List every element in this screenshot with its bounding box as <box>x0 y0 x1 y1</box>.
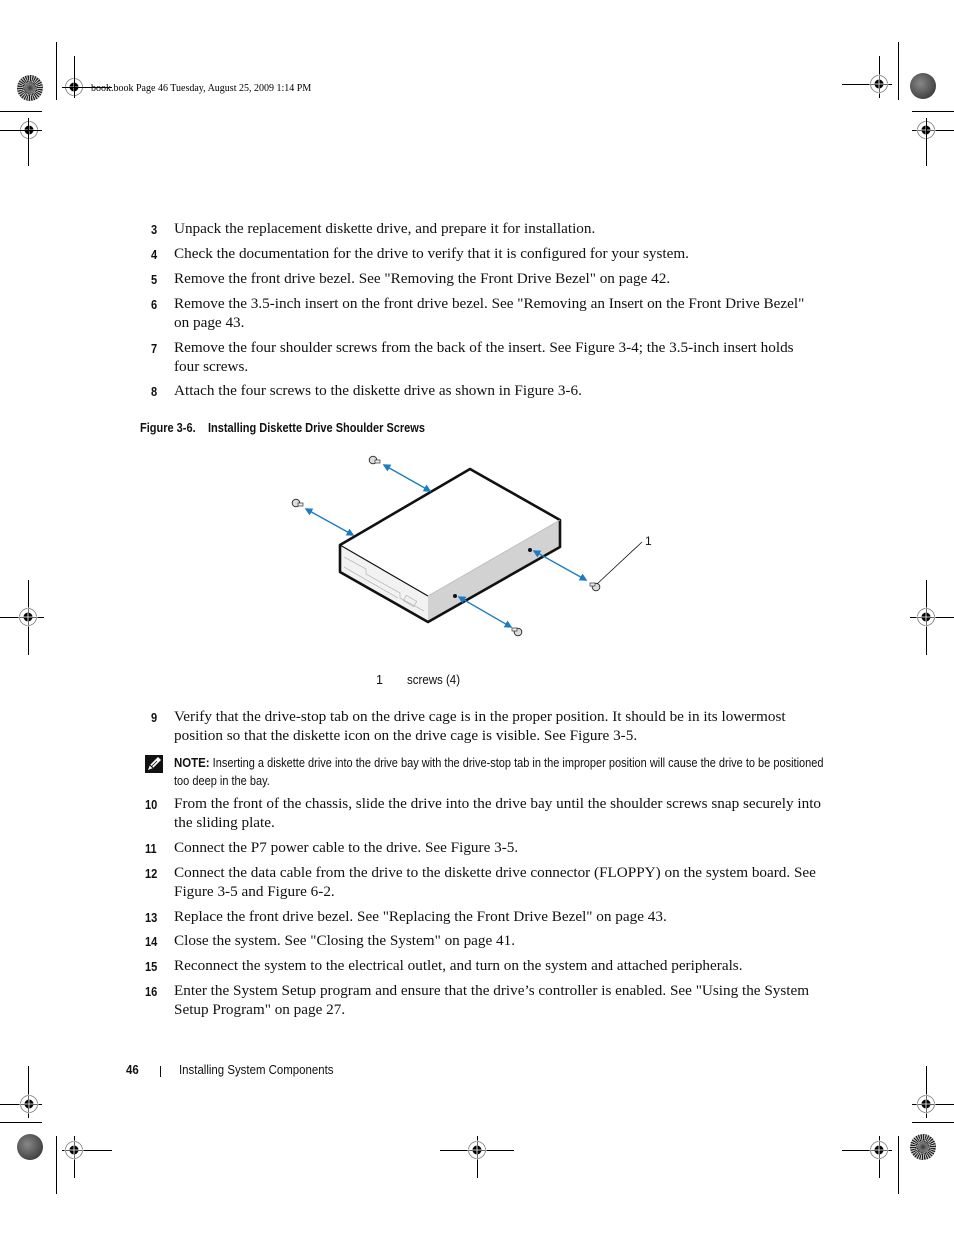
step-number: 4 <box>151 247 158 262</box>
step-item: 11 Connect the P7 power cable to the dri… <box>145 839 821 858</box>
crop-mark <box>912 111 954 112</box>
crop-mark <box>0 130 42 131</box>
step-text: Remove the four shoulder screws from the… <box>174 339 794 375</box>
note-block: NOTE: Inserting a diskette drive into th… <box>174 754 824 790</box>
figure-label: Figure 3-6. <box>140 421 196 435</box>
step-text: Attach the four screws to the diskette d… <box>174 382 582 399</box>
pencil-note-icon <box>145 755 163 773</box>
step-text: Remove the front drive bezel. See "Remov… <box>174 270 671 287</box>
step-number: 15 <box>145 959 158 974</box>
figure-caption: Figure 3-6. Installing Diskette Drive Sho… <box>140 421 425 435</box>
screw-icon <box>368 455 381 465</box>
callout-number: 1 <box>645 534 652 548</box>
crop-mark <box>898 1136 899 1194</box>
crop-mark <box>74 56 75 98</box>
registration-mark-icon <box>869 1140 889 1160</box>
note-text: Inserting a diskette drive into the driv… <box>174 756 824 788</box>
step-item: 14 Close the system. See "Closing the Sy… <box>145 932 821 951</box>
step-number: 16 <box>145 984 158 999</box>
color-bar-disc-icon <box>910 73 936 99</box>
registration-mark-icon <box>916 607 936 627</box>
print-slug: book.book Page 46 Tuesday, August 25, 20… <box>91 83 312 94</box>
step-text: Reconnect the system to the electrical o… <box>174 957 743 974</box>
registration-mark-icon <box>18 607 38 627</box>
step-text: Connect the data cable from the drive to… <box>174 864 816 900</box>
arrow <box>457 596 513 628</box>
step-item: 8 Attach the four screws to the diskette… <box>151 382 821 401</box>
color-bar-disc-icon <box>17 75 43 101</box>
crop-mark <box>0 1122 42 1123</box>
step-item: 13 Replace the front drive bezel. See "R… <box>145 908 821 927</box>
diskette-drive <box>338 467 562 624</box>
step-number: 3 <box>151 222 158 237</box>
page-number: 46 <box>126 1062 139 1077</box>
step-item: 3 Unpack the replacement diskette drive,… <box>151 220 821 239</box>
step-text: Replace the front drive bezel. See "Repl… <box>174 908 667 925</box>
step-item: 7 Remove the four shoulder screws from t… <box>151 339 821 376</box>
crop-mark <box>926 118 927 166</box>
registration-mark-icon <box>869 74 889 94</box>
footer-separator <box>160 1066 161 1077</box>
step-item: 9 Verify that the drive-stop tab on the … <box>151 708 821 745</box>
arrow <box>304 508 355 536</box>
diskette-drive-illustration <box>291 455 643 637</box>
step-text: Close the system. See "Closing the Syste… <box>174 932 516 949</box>
step-text: Unpack the replacement diskette drive, a… <box>174 220 596 237</box>
callout-leader-line <box>596 541 643 585</box>
step-number: 11 <box>145 841 157 856</box>
footer-section-title: Installing System Components <box>179 1062 334 1077</box>
arrow <box>532 550 588 581</box>
step-number: 7 <box>151 341 158 356</box>
step-text: Remove the 3.5-inch insert on the front … <box>174 295 805 331</box>
crop-mark <box>28 118 29 166</box>
note-label: NOTE: <box>174 755 210 770</box>
step-item: 16 Enter the System Setup program and en… <box>145 982 821 1019</box>
registration-mark-icon <box>467 1140 487 1160</box>
step-number: 9 <box>151 710 158 725</box>
registration-mark-icon <box>19 1094 39 1114</box>
step-number: 6 <box>151 297 158 312</box>
crop-mark <box>898 42 899 100</box>
step-number: 5 <box>151 272 158 287</box>
step-number: 14 <box>145 934 158 949</box>
screw-icon <box>511 627 523 637</box>
crop-mark <box>56 42 57 100</box>
registration-mark-icon <box>64 1140 84 1160</box>
crop-mark <box>912 1122 954 1123</box>
crop-mark <box>56 1136 57 1194</box>
registration-mark-icon <box>916 1094 936 1114</box>
step-text: Verify that the drive-stop tab on the dr… <box>174 708 786 744</box>
legend-text: screws (4) <box>407 673 461 687</box>
step-number: 10 <box>145 797 158 812</box>
color-bar-disc-icon <box>910 1134 936 1160</box>
step-item: 10 From the front of the chassis, slide … <box>145 795 822 832</box>
step-text: From the front of the chassis, slide the… <box>174 795 822 831</box>
screw-icon <box>589 582 601 592</box>
crop-mark <box>0 111 42 112</box>
step-text: Check the documentation for the drive to… <box>174 245 689 262</box>
step-item: 15 Reconnect the system to the electrica… <box>145 957 821 976</box>
step-number: 8 <box>151 384 158 399</box>
legend-number: 1 <box>376 673 383 687</box>
step-item: 6 Remove the 3.5-inch insert on the fron… <box>151 295 821 332</box>
figure-title: Installing Diskette Drive Shoulder Screw… <box>207 421 425 435</box>
step-text: Connect the P7 power cable to the drive.… <box>174 839 519 856</box>
screw-icon <box>291 498 304 508</box>
color-bar-disc-icon <box>17 1134 43 1160</box>
step-number: 12 <box>145 866 158 881</box>
step-item: 12 Connect the data cable from the drive… <box>145 864 821 901</box>
document-page: book.book Page 46 Tuesday, August 25, 20… <box>0 0 954 1235</box>
step-text: Enter the System Setup program and ensur… <box>174 982 810 1018</box>
step-number: 13 <box>145 910 158 925</box>
step-item: 5 Remove the front drive bezel. See "Rem… <box>151 270 821 289</box>
arrow <box>382 464 432 492</box>
step-item: 4 Check the documentation for the drive … <box>151 245 821 264</box>
